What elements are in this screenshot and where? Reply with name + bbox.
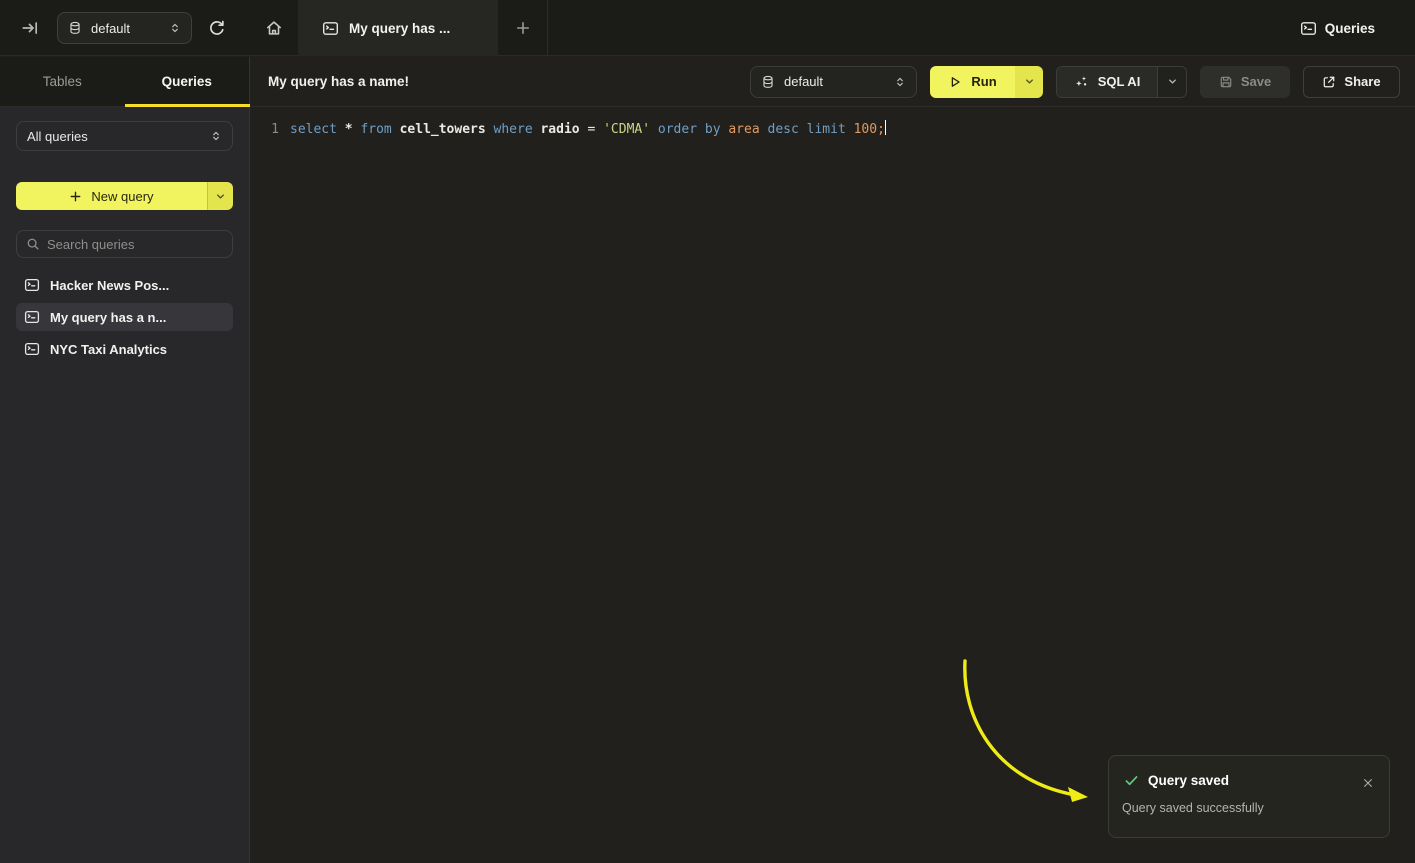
top-bar: default bbox=[0, 0, 1415, 56]
share-icon bbox=[1322, 75, 1336, 89]
code-line-content: select * from cell_towers where radio = … bbox=[290, 120, 886, 140]
check-icon bbox=[1124, 773, 1139, 788]
query-item-label: Hacker News Pos... bbox=[50, 278, 169, 293]
query-filter-value: All queries bbox=[27, 129, 88, 144]
database-selector[interactable]: default bbox=[750, 66, 917, 98]
toast-header: Query saved bbox=[1122, 773, 1375, 788]
query-item-label: My query has a n... bbox=[50, 310, 166, 325]
collapse-sidebar-icon bbox=[21, 19, 39, 37]
query-terminal-icon bbox=[24, 341, 40, 357]
run-dropdown-button[interactable] bbox=[1015, 66, 1043, 98]
toast-title: Query saved bbox=[1148, 773, 1229, 788]
sidebar-tabs: Tables Queries bbox=[0, 57, 249, 107]
chevron-down-icon bbox=[1167, 76, 1178, 87]
save-button[interactable]: Save bbox=[1200, 66, 1290, 98]
queries-terminal-icon bbox=[1300, 20, 1317, 37]
tab-tables-label: Tables bbox=[43, 74, 82, 89]
main-panel: My query has a name! default bbox=[251, 57, 1415, 863]
new-query-split-button: New query bbox=[16, 182, 233, 210]
tab-label: My query has ... bbox=[349, 21, 450, 36]
chevron-down-icon bbox=[215, 191, 226, 202]
plus-icon bbox=[69, 190, 82, 203]
tab-my-query[interactable]: My query has ... bbox=[298, 0, 498, 56]
refresh-button[interactable] bbox=[207, 18, 227, 38]
query-list-item-hacker-news[interactable]: Hacker News Pos... bbox=[16, 271, 233, 299]
new-query-label: New query bbox=[91, 189, 153, 204]
query-controls: default Run bbox=[750, 66, 1400, 98]
toast-query-saved: Query saved Query saved successfully bbox=[1108, 755, 1390, 838]
code-line: 1 select * from cell_towers where radio … bbox=[251, 120, 1415, 140]
sidebar: Tables Queries All queries New q bbox=[0, 57, 250, 863]
queries-indicator-label: Queries bbox=[1325, 21, 1375, 36]
query-list: Hacker News Pos... My query has a n... N… bbox=[16, 271, 233, 363]
query-terminal-icon bbox=[24, 277, 40, 293]
run-button[interactable]: Run bbox=[930, 66, 1015, 98]
run-label: Run bbox=[971, 74, 996, 89]
home-icon bbox=[265, 19, 283, 37]
close-icon bbox=[1362, 777, 1374, 789]
sql-editor[interactable]: 1 select * from cell_towers where radio … bbox=[251, 107, 1415, 140]
sidebar-tab-tables[interactable]: Tables bbox=[0, 57, 125, 106]
tab-queries-label: Queries bbox=[162, 74, 212, 89]
database-icon bbox=[761, 75, 775, 89]
sql-ai-button[interactable]: SQL AI bbox=[1057, 67, 1157, 97]
search-icon bbox=[26, 237, 40, 251]
new-tab-button[interactable] bbox=[498, 0, 548, 56]
share-button[interactable]: Share bbox=[1303, 66, 1400, 98]
query-terminal-icon bbox=[322, 20, 339, 37]
app-window: default bbox=[0, 0, 1415, 863]
home-button[interactable] bbox=[250, 0, 298, 56]
chevron-up-down-icon bbox=[169, 22, 181, 34]
new-query-dropdown-button[interactable] bbox=[207, 182, 233, 210]
toast-close-button[interactable] bbox=[1359, 774, 1377, 792]
sql-ai-split-button: SQL AI bbox=[1056, 66, 1187, 98]
search-queries-input[interactable] bbox=[47, 237, 223, 252]
sparkles-icon bbox=[1074, 74, 1089, 89]
run-split-button: Run bbox=[930, 66, 1043, 98]
database-selector-value: default bbox=[784, 74, 823, 89]
play-icon bbox=[948, 75, 962, 89]
save-label: Save bbox=[1241, 74, 1271, 89]
database-icon bbox=[68, 21, 82, 35]
sidebar-content: All queries New query bbox=[0, 107, 249, 363]
query-header: My query has a name! default bbox=[251, 57, 1415, 107]
query-filter-select[interactable]: All queries bbox=[16, 121, 233, 151]
tab-strip: My query has ... Queries bbox=[250, 0, 1415, 56]
chevron-up-down-icon bbox=[210, 130, 222, 142]
top-bar-left: default bbox=[0, 0, 250, 56]
query-title: My query has a name! bbox=[268, 74, 409, 89]
share-label: Share bbox=[1344, 74, 1380, 89]
refresh-icon bbox=[208, 19, 226, 37]
collapse-sidebar-button[interactable] bbox=[20, 18, 40, 38]
sql-ai-dropdown-button[interactable] bbox=[1157, 67, 1186, 97]
text-cursor bbox=[885, 120, 887, 135]
plus-icon bbox=[515, 20, 531, 36]
queries-indicator[interactable]: Queries bbox=[1300, 0, 1375, 56]
query-list-item-nyc-taxi[interactable]: NYC Taxi Analytics bbox=[16, 335, 233, 363]
query-item-label: NYC Taxi Analytics bbox=[50, 342, 167, 357]
chevron-down-icon bbox=[1024, 76, 1035, 87]
save-icon bbox=[1219, 75, 1233, 89]
sidebar-tab-queries[interactable]: Queries bbox=[125, 57, 250, 106]
new-query-button[interactable]: New query bbox=[16, 182, 207, 210]
sql-ai-label: SQL AI bbox=[1098, 74, 1141, 89]
topbar-database-value: default bbox=[91, 21, 130, 36]
query-terminal-icon bbox=[24, 309, 40, 325]
line-number: 1 bbox=[251, 120, 279, 140]
toast-message: Query saved successfully bbox=[1122, 801, 1375, 815]
active-tab-underline bbox=[125, 104, 250, 107]
topbar-database-selector[interactable]: default bbox=[57, 12, 192, 44]
query-list-item-my-query[interactable]: My query has a n... bbox=[16, 303, 233, 331]
search-queries-box bbox=[16, 230, 233, 258]
chevron-up-down-icon bbox=[894, 76, 906, 88]
